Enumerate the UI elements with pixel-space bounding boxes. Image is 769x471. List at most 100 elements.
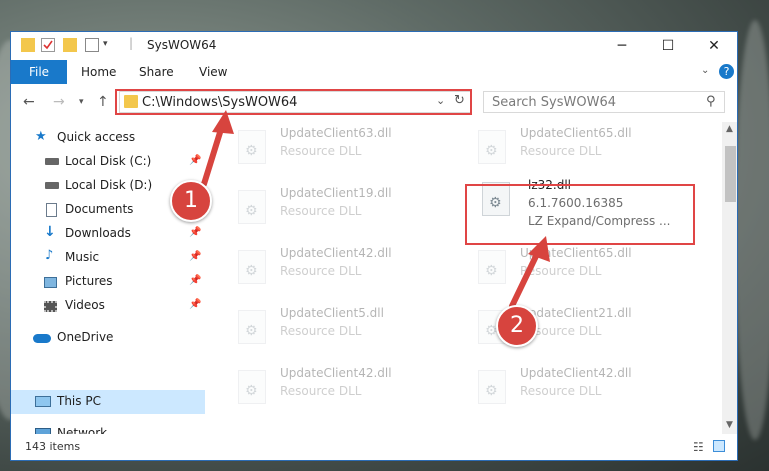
pictures-icon (44, 277, 57, 288)
file-list: ⚙ UpdateClient63.dll Resource DLL ⚙ Upda… (216, 122, 721, 434)
callout-badge-2: 2 (496, 305, 538, 347)
sidebar-item-label: Pictures (65, 274, 113, 288)
gear-icon: ⚙ (245, 263, 258, 279)
file-item[interactable]: ⚙ UpdateClient42.dll Resource DLL (456, 358, 676, 414)
gear-icon: ⚙ (485, 263, 498, 279)
callout-badge-1: 1 (170, 180, 212, 222)
dll-file-icon: ⚙ (478, 130, 506, 164)
file-type: Resource DLL (280, 144, 362, 158)
file-item[interactable]: ⚙ UpdateClient5.dll Resource DLL (216, 298, 436, 354)
expand-ribbon-icon[interactable]: ⌄ (701, 65, 709, 76)
file-type: Resource DLL (280, 264, 362, 278)
star-icon: ★ (35, 129, 47, 144)
file-item[interactable]: ⚙ UpdateClient42.dll Resource DLL (216, 358, 436, 414)
back-arrow-icon[interactable]: ← (23, 94, 35, 110)
pin-icon[interactable]: 📌 (189, 275, 201, 286)
sidebar-item-label: Downloads (65, 226, 131, 240)
file-type: Resource DLL (280, 384, 362, 398)
search-icon: ⚲ (706, 94, 716, 109)
sidebar-item-videos[interactable]: Videos 📌 (11, 294, 205, 318)
file-item[interactable]: ⚙ UpdateClient42.dll Resource DLL (216, 238, 436, 294)
title-separator: | (129, 36, 134, 50)
file-type: Resource DLL (280, 204, 362, 218)
sidebar-item-quick-access[interactable]: ★ Quick access (11, 126, 205, 150)
file-name: UpdateClient42.dll (280, 246, 392, 260)
sidebar-item-pictures[interactable]: Pictures 📌 (11, 270, 205, 294)
file-name: UpdateClient65.dll (520, 246, 632, 260)
gear-icon: ⚙ (245, 143, 258, 159)
file-name: UpdateClient42.dll (280, 366, 392, 380)
gear-icon: ⚙ (485, 383, 498, 399)
pin-icon[interactable]: 📌 (189, 299, 201, 310)
help-icon[interactable]: ? (719, 64, 734, 79)
file-type: Resource DLL (520, 384, 602, 398)
file-type: Resource DLL (520, 144, 602, 158)
scroll-down-icon[interactable]: ▼ (726, 420, 733, 430)
drive-icon (45, 158, 59, 165)
dll-file-icon: ⚙ (238, 190, 266, 224)
details-view-icon[interactable]: ☷ (693, 440, 704, 454)
maximize-button[interactable]: ☐ (645, 32, 691, 60)
cloud-icon (33, 334, 51, 343)
ribbon: File Home Share View ⌄ ? (11, 60, 737, 84)
tab-file[interactable]: File (11, 60, 67, 84)
file-item[interactable]: ⚙ UpdateClient21.dll Resource DLL (456, 298, 676, 354)
quick-access-dropdown-icon[interactable]: ▾ (103, 39, 108, 49)
search-placeholder: Search SysWOW64 (492, 95, 616, 110)
vertical-scrollbar[interactable]: ▲ ▼ (722, 122, 737, 434)
address-bar-highlight (115, 89, 472, 115)
search-input[interactable]: Search SysWOW64 ⚲ (483, 91, 725, 113)
close-button[interactable]: ✕ (691, 32, 737, 60)
minimize-button[interactable]: ─ (599, 32, 645, 60)
dll-file-icon: ⚙ (238, 250, 266, 284)
sidebar-item-label: OneDrive (57, 330, 114, 344)
sidebar-item-this-pc[interactable]: This PC (11, 390, 205, 414)
view-options-icon[interactable] (85, 38, 99, 52)
tab-home[interactable]: Home (81, 60, 116, 84)
gear-icon: ⚙ (245, 383, 258, 399)
tab-view[interactable]: View (199, 60, 227, 84)
file-item[interactable]: ⚙ UpdateClient63.dll Resource DLL (216, 122, 436, 174)
sidebar-item-downloads[interactable]: ↓ Downloads 📌 (11, 222, 205, 246)
recent-locations-icon[interactable]: ▾ (79, 97, 84, 107)
properties-checkmark-icon[interactable] (41, 38, 55, 52)
scroll-up-icon[interactable]: ▲ (726, 124, 733, 134)
file-type: Resource DLL (520, 264, 602, 278)
background-decoration (735, 20, 769, 440)
file-item[interactable]: ⚙ UpdateClient19.dll Resource DLL (216, 178, 436, 234)
pin-icon[interactable]: 📌 (189, 227, 201, 238)
status-bar: 143 items ☷ (11, 434, 737, 460)
sidebar-item-onedrive[interactable]: OneDrive (11, 326, 205, 350)
forward-arrow-icon[interactable]: → (53, 94, 65, 110)
file-name: UpdateClient42.dll (520, 366, 632, 380)
file-item[interactable]: ⚙ UpdateClient65.dll Resource DLL (456, 238, 676, 294)
sidebar-item-local-disk-c[interactable]: Local Disk (C:) 📌 (11, 150, 205, 174)
up-arrow-icon[interactable]: ↑ (97, 94, 109, 110)
sidebar-item-label: Quick access (57, 130, 136, 144)
monitor-icon (35, 396, 51, 407)
music-note-icon: ♪ (45, 248, 54, 263)
sidebar-item-label: Music (65, 250, 100, 264)
gear-icon: ⚙ (245, 203, 258, 219)
lz32-file-highlight (465, 184, 695, 245)
file-name: UpdateClient5.dll (280, 306, 384, 320)
title-bar: ▾ | SysWOW64 ─ ☐ ✕ (11, 32, 737, 60)
sidebar-item-label: Local Disk (C:) (65, 154, 152, 168)
dll-file-icon: ⚙ (478, 370, 506, 404)
pin-icon[interactable]: 📌 (189, 155, 201, 166)
dll-file-icon: ⚙ (478, 250, 506, 284)
scrollbar-thumb[interactable] (725, 146, 736, 202)
sidebar-item-label: This PC (57, 394, 101, 408)
documents-icon (46, 203, 57, 217)
large-icons-view-icon[interactable] (713, 440, 725, 452)
tab-share[interactable]: Share (139, 60, 174, 84)
dll-file-icon: ⚙ (238, 130, 266, 164)
dll-file-icon: ⚙ (238, 370, 266, 404)
new-folder-icon[interactable] (63, 38, 77, 52)
pin-icon[interactable]: 📌 (189, 251, 201, 262)
drive-icon (45, 182, 59, 189)
film-icon (44, 301, 57, 312)
dll-file-icon: ⚙ (238, 310, 266, 344)
file-item[interactable]: ⚙ UpdateClient65.dll Resource DLL (456, 122, 676, 174)
sidebar-item-music[interactable]: ♪ Music 📌 (11, 246, 205, 270)
